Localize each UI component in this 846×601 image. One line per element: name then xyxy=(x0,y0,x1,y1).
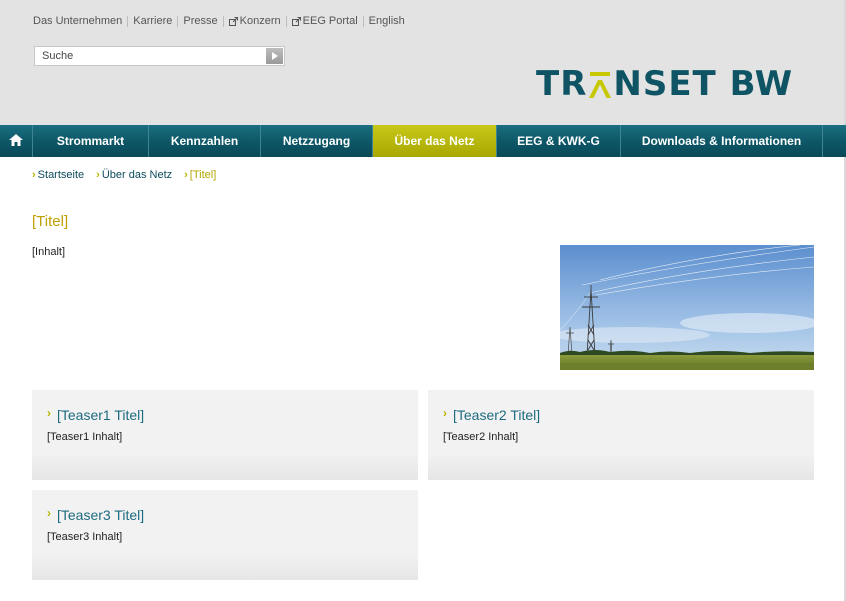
power-lines-photo xyxy=(560,245,814,370)
chevron-right-icon: › xyxy=(184,169,188,181)
teaser-body: [Teaser3 Inhalt] xyxy=(47,531,123,543)
teaser-body: [Teaser2 Inhalt] xyxy=(443,431,519,443)
nav-item-label: Strommarkt xyxy=(56,134,125,148)
nav-item-ueber-das-netz[interactable]: Über das Netz xyxy=(373,125,497,157)
page-title: [Titel] xyxy=(32,213,69,230)
teaser-3[interactable]: › [Teaser3 Titel] [Teaser3 Inhalt] xyxy=(32,490,418,580)
teaser-title[interactable]: › [Teaser3 Titel] xyxy=(47,506,145,523)
separator xyxy=(127,15,129,27)
nav-home-button[interactable] xyxy=(0,125,33,157)
nav-item-label: Kennzahlen xyxy=(170,134,239,148)
teaser-body: [Teaser1 Inhalt] xyxy=(47,431,123,443)
breadcrumb-item-ueber-das-netz[interactable]: › Über das Netz xyxy=(96,169,172,181)
nav-item-eeg-kwk[interactable]: EEG & KWK-G xyxy=(497,125,621,157)
breadcrumb-label: [Titel] xyxy=(189,169,217,181)
teaser-title[interactable]: › [Teaser2 Titel] xyxy=(443,406,541,423)
search-submit-button[interactable] xyxy=(266,48,283,64)
teaser-title-label: [Teaser2 Titel] xyxy=(453,407,541,423)
external-link-icon xyxy=(291,16,301,26)
service-link-label: Karriere xyxy=(133,15,173,27)
nav-item-label: EEG & KWK-G xyxy=(517,134,600,148)
separator xyxy=(285,15,287,27)
chevron-right-icon: › xyxy=(47,406,51,420)
transnet-bw-logo[interactable]: TR NSET BW xyxy=(536,66,793,102)
nav-item-label: Über das Netz xyxy=(394,134,475,148)
breadcrumb-label: Startseite xyxy=(37,169,85,181)
logo-text-end: NSET BW xyxy=(613,64,794,104)
separator xyxy=(222,15,224,27)
nav-item-downloads[interactable]: Downloads & Informationen xyxy=(621,125,823,157)
breadcrumb-item-startseite[interactable]: › Startseite xyxy=(32,169,84,181)
service-link-konzern[interactable]: Konzern xyxy=(228,15,281,27)
separator xyxy=(362,15,364,27)
service-link-label: EEG Portal xyxy=(302,15,358,27)
service-link-presse[interactable]: Presse xyxy=(183,15,217,27)
service-link-english[interactable]: English xyxy=(369,15,405,27)
external-link-icon xyxy=(228,16,238,26)
chevron-right-icon: › xyxy=(32,169,36,181)
service-link-unternehmen[interactable]: Das Unternehmen xyxy=(33,15,122,27)
search-box xyxy=(34,46,285,66)
teaser-title-label: [Teaser3 Titel] xyxy=(57,507,145,523)
chevron-right-icon: › xyxy=(96,169,100,181)
logo-accent-a-icon xyxy=(587,66,613,102)
nav-item-label: Netzzugang xyxy=(282,134,351,148)
chevron-right-icon: › xyxy=(443,406,447,420)
nav-item-netzzugang[interactable]: Netzzugang xyxy=(261,125,373,157)
teaser-1[interactable]: › [Teaser1 Titel] [Teaser1 Inhalt] xyxy=(32,390,418,480)
main-nav: Strommarkt Kennzahlen Netzzugang Über da… xyxy=(0,125,846,157)
teaser-title[interactable]: › [Teaser1 Titel] xyxy=(47,406,145,423)
breadcrumb-item-current: › [Titel] xyxy=(184,169,216,181)
service-link-label: Das Unternehmen xyxy=(33,15,123,27)
service-link-label: Presse xyxy=(183,15,218,27)
separator xyxy=(177,15,179,27)
home-icon xyxy=(9,133,23,149)
teaser-2[interactable]: › [Teaser2 Titel] [Teaser2 Inhalt] xyxy=(428,390,814,480)
service-link-eeg-portal[interactable]: EEG Portal xyxy=(291,15,358,27)
service-link-label: Konzern xyxy=(239,15,281,27)
nav-item-kennzahlen[interactable]: Kennzahlen xyxy=(149,125,261,157)
search-input[interactable] xyxy=(35,47,265,65)
teaser-title-label: [Teaser1 Titel] xyxy=(57,407,145,423)
breadcrumb: › Startseite › Über das Netz › [Titel] xyxy=(32,169,228,181)
chevron-right-icon: › xyxy=(47,506,51,520)
breadcrumb-label: Über das Netz xyxy=(101,169,173,181)
logo-text-start: TR xyxy=(536,64,588,104)
page-content: [Inhalt] xyxy=(32,246,66,258)
nav-item-label: Downloads & Informationen xyxy=(641,134,802,148)
service-nav: Das Unternehmen Karriere Presse Konzern … xyxy=(33,15,405,27)
service-link-label: English xyxy=(368,15,405,27)
nav-item-strommarkt[interactable]: Strommarkt xyxy=(33,125,149,157)
service-link-karriere[interactable]: Karriere xyxy=(133,15,172,27)
arrow-right-icon xyxy=(271,49,278,63)
